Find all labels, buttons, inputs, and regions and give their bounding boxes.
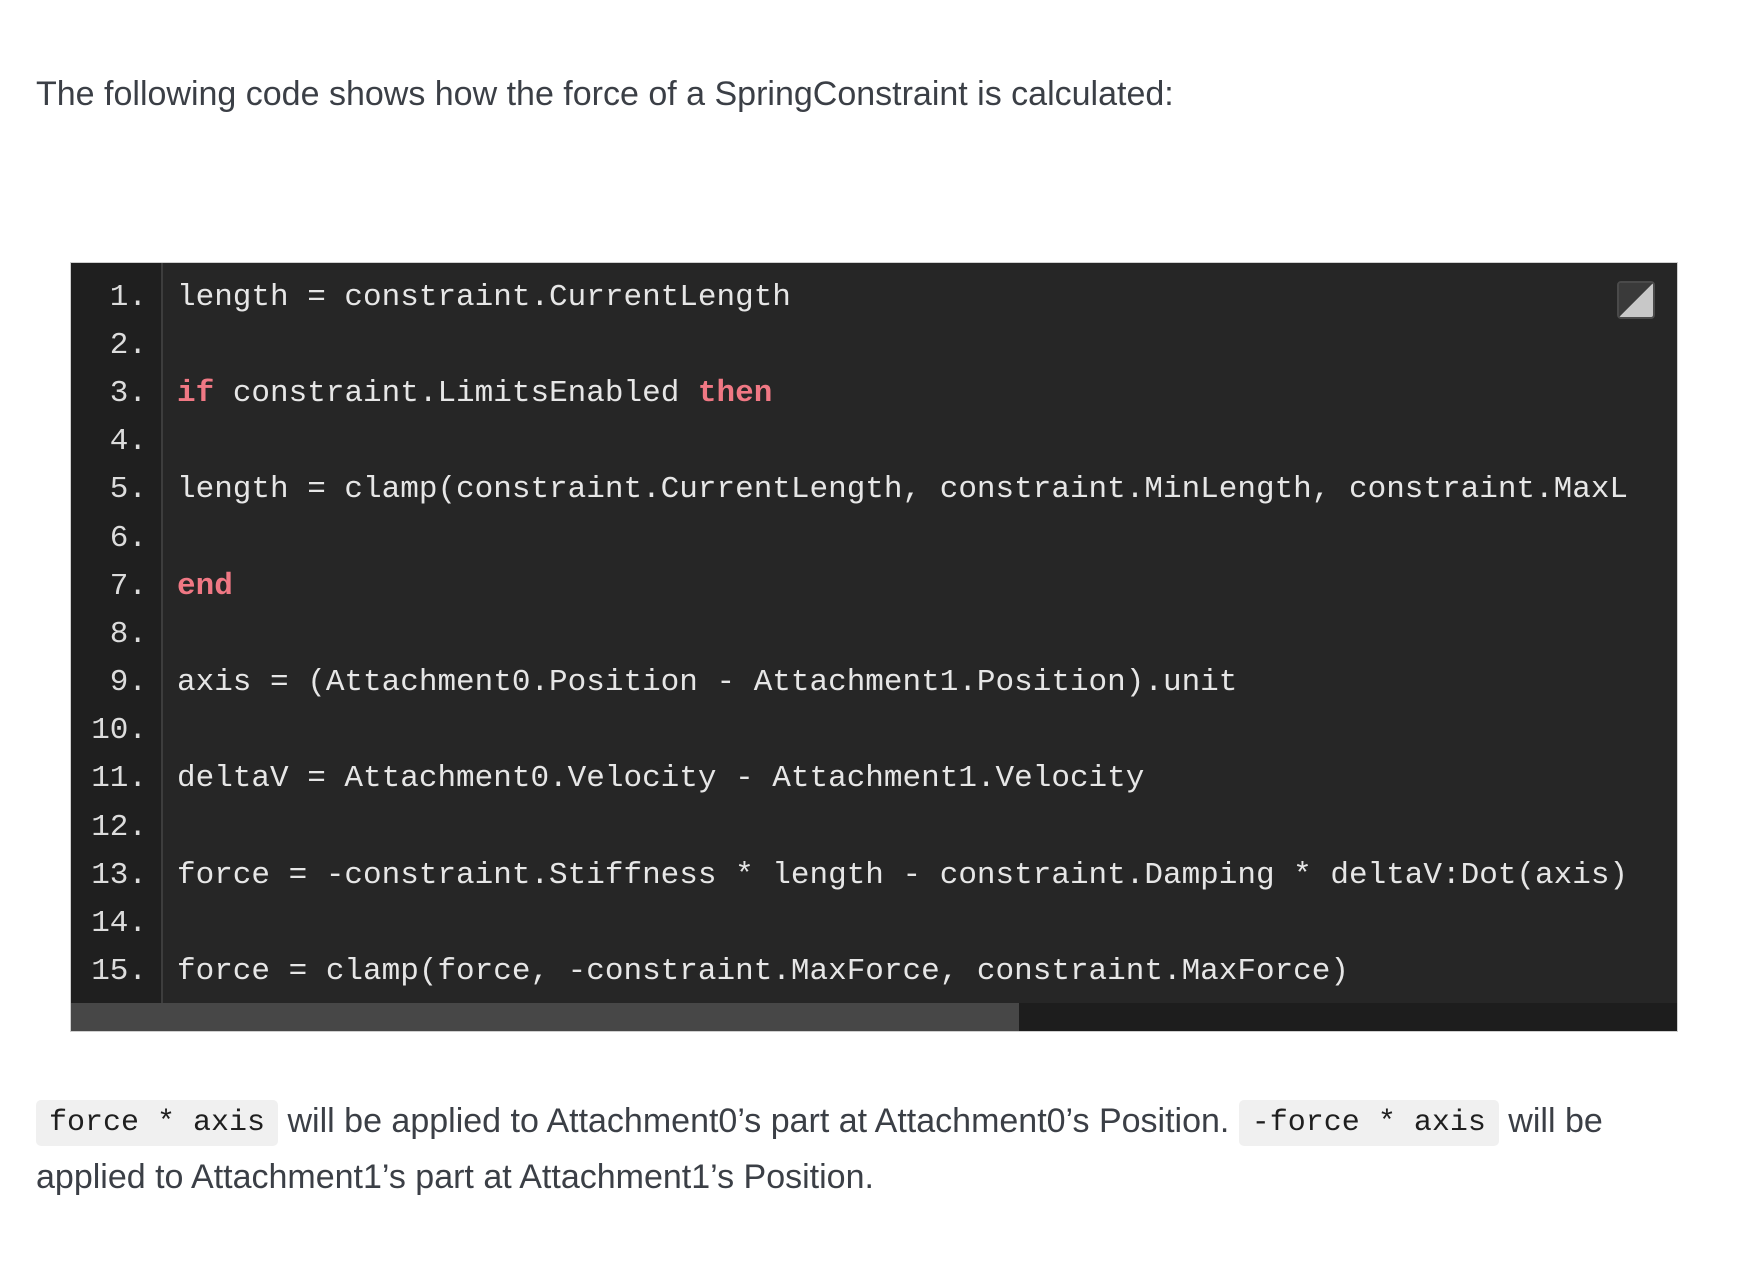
line-code: deltaV = Attachment0.Velocity - Attachme… [177, 761, 1144, 796]
code-token: deltaV = Attachment0.Velocity - Attachme… [177, 761, 1145, 797]
line-code: force = -constraint.Stiffness * length -… [177, 858, 1628, 893]
code-token: length = clamp(constraint.CurrentLength,… [177, 472, 1629, 508]
code-line: 6. [71, 514, 1677, 562]
code-line: 2. [71, 321, 1677, 369]
line-number: 5. [109, 472, 147, 508]
code-line: 10. [71, 707, 1677, 755]
line-number: 13. [91, 857, 147, 893]
code-lines: 1. length = constraint.CurrentLength 2. 3. i… [71, 273, 1677, 996]
code-line: 11. deltaV = Attachment0.Velocity - Attac… [71, 755, 1677, 803]
code-line: 15. force = clamp(force, -constraint.MaxF… [71, 948, 1677, 996]
code-line: 7. end [71, 562, 1677, 610]
line-number: 11. [91, 761, 147, 797]
code-line: 4. [71, 418, 1677, 466]
code-block: 1. length = constraint.CurrentLength 2. 3. i… [70, 262, 1678, 1032]
code-line: 5. length = clamp(constraint.CurrentLengt… [71, 466, 1677, 514]
code-token: force = clamp(force, -constraint.MaxForc… [177, 954, 1349, 990]
line-number: 14. [91, 906, 147, 942]
code-token: force = -constraint.Stiffness * length -… [177, 857, 1629, 893]
line-number: 2. [109, 327, 147, 363]
line-number: 7. [109, 568, 147, 604]
line-number: 12. [91, 809, 147, 845]
line-number: 10. [91, 713, 147, 749]
inline-code-force-axis: force * axis [36, 1100, 279, 1147]
code-keyword: if [177, 375, 215, 411]
line-number: 6. [109, 520, 147, 556]
line-number: 3. [109, 375, 147, 411]
horizontal-scrollbar[interactable] [71, 1003, 1677, 1031]
line-number: 4. [109, 424, 147, 460]
expand-icon[interactable] [1617, 281, 1655, 319]
inline-code-negative-force-axis: -force * axis [1238, 1100, 1499, 1147]
expand-icon-glyph [1619, 283, 1653, 317]
code-line: 8. [71, 610, 1677, 658]
line-code: length = clamp(constraint.CurrentLength,… [177, 472, 1628, 507]
line-number: 15. [91, 954, 147, 990]
line-code: axis = (Attachment0.Position - Attachmen… [177, 665, 1237, 700]
line-code: end [177, 569, 233, 604]
line-number: 9. [109, 665, 147, 701]
line-code: length = constraint.CurrentLength [177, 280, 791, 315]
code-line: 3. if constraint.LimitsEnabled then [71, 369, 1677, 417]
code-keyword: end [177, 568, 233, 604]
outro-text-part-1: will be applied to Attachment0’s part at… [278, 1102, 1239, 1140]
line-number: 1. [109, 279, 147, 315]
outro-paragraph: force * axis will be applied to Attachme… [36, 1093, 1676, 1205]
code-keyword: then [697, 375, 773, 411]
code-line: 9. axis = (Attachment0.Position - Attachm… [71, 659, 1677, 707]
code-token: constraint.LimitsEnabled [214, 375, 698, 411]
intro-paragraph: The following code shows how the force o… [36, 75, 1174, 113]
code-line: 13. force = -constraint.Stiffness * lengt… [71, 851, 1677, 899]
line-number: 8. [109, 616, 147, 652]
code-line: 12. [71, 803, 1677, 851]
code-token: length = constraint.CurrentLength [177, 279, 791, 315]
code-token: axis = (Attachment0.Position - Attachmen… [177, 665, 1238, 701]
scrollbar-thumb[interactable] [71, 1003, 1019, 1031]
code-line: 14. [71, 899, 1677, 947]
line-code: if constraint.LimitsEnabled then [177, 376, 772, 411]
line-code: force = clamp(force, -constraint.MaxForc… [177, 954, 1349, 989]
code-line: 1. length = constraint.CurrentLength [71, 273, 1677, 321]
